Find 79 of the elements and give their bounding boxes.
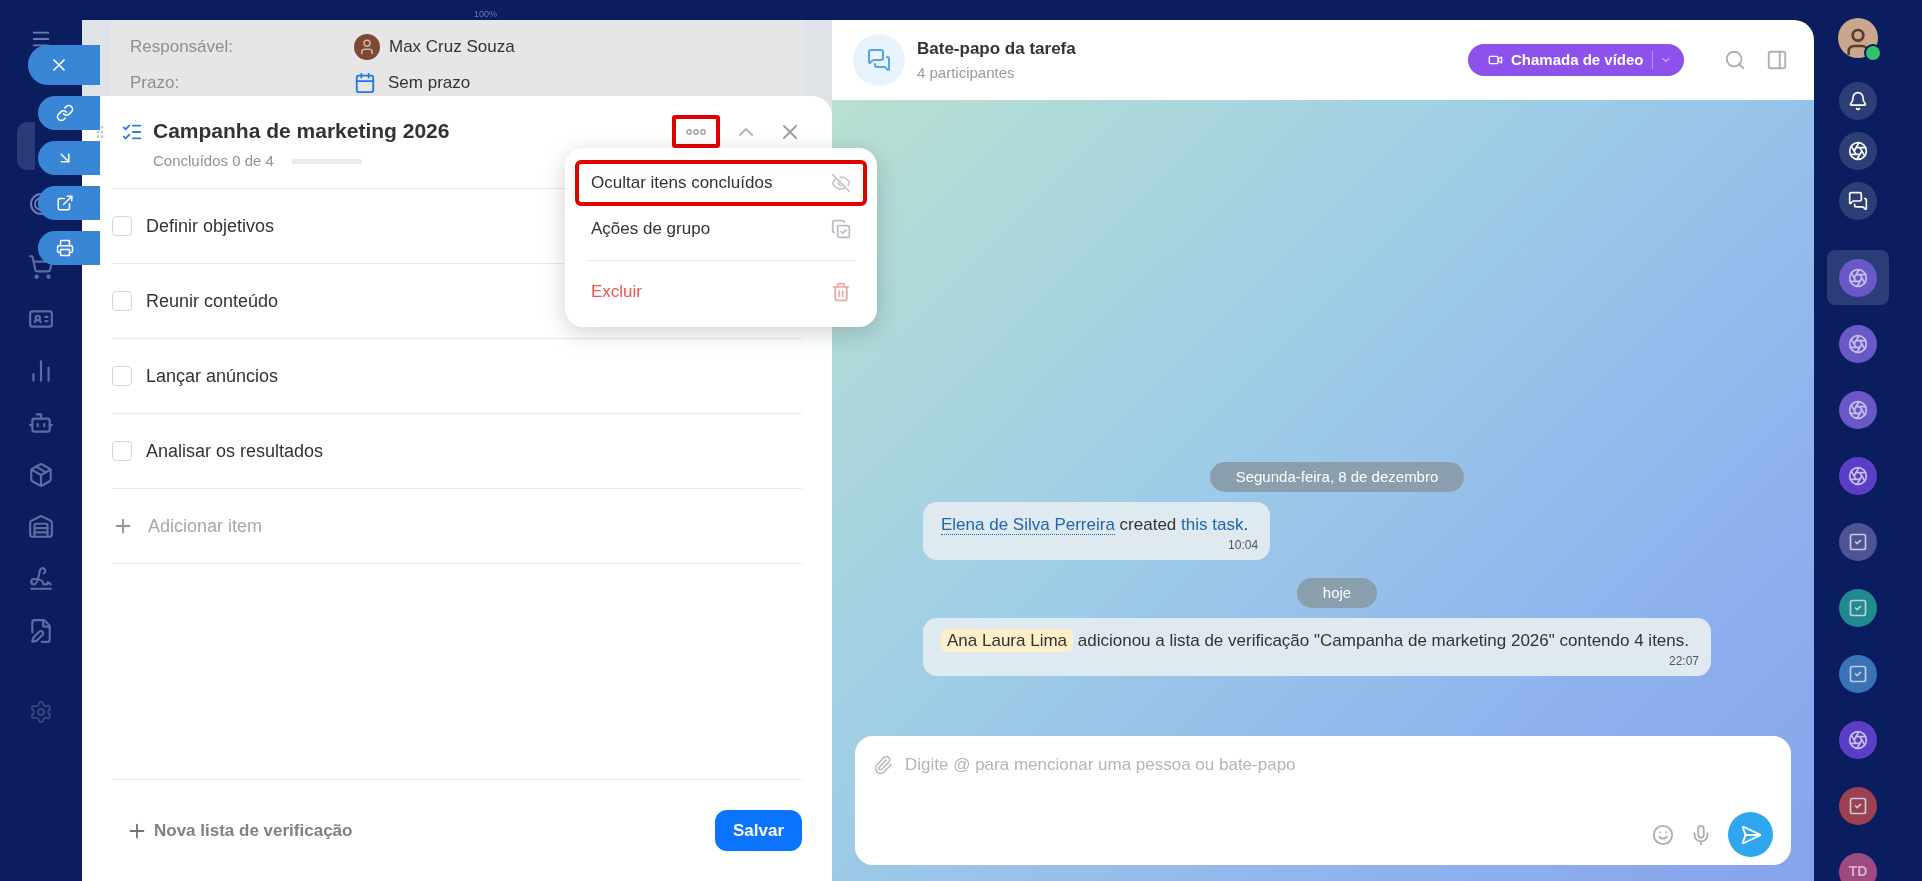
- save-button[interactable]: Salvar: [714, 810, 802, 851]
- message-time: 22:07: [1668, 653, 1699, 670]
- checkbox-icon: [1848, 531, 1868, 552]
- more-icon: [686, 128, 706, 135]
- chat-subtitle: 4 participantes: [917, 62, 1016, 83]
- checkbox-icon: [1848, 597, 1868, 618]
- chats-button[interactable]: [1839, 182, 1877, 220]
- date-separator: hoje: [1296, 578, 1378, 608]
- video-call-button[interactable]: Chamada de vídeo: [1468, 44, 1684, 76]
- menu-item[interactable]: Excluir: [575, 269, 867, 315]
- field-value: Max Cruz Souza: [389, 36, 515, 59]
- checklist-title: Campanha de marketing 2026: [153, 118, 451, 144]
- field-label: Prazo:: [130, 72, 181, 95]
- task-link[interactable]: this task: [1181, 515, 1244, 534]
- checkbox-icon: [1848, 795, 1868, 816]
- message-text: Elena de Silva Perreira created this task.: [941, 514, 1250, 537]
- checkbox[interactable]: [112, 291, 132, 311]
- checkbox[interactable]: [112, 441, 132, 461]
- checkbox[interactable]: [112, 366, 132, 386]
- add-item-link[interactable]: Adicionar item: [148, 512, 263, 540]
- close-button[interactable]: [28, 45, 100, 85]
- paperclip-icon[interactable]: [873, 754, 893, 775]
- menu-item[interactable]: Ocultar itens concluídos: [575, 160, 867, 206]
- message-text: Ana Laura Lima adicionou a lista de verificação "Campanha de marketing 2026" contendo 4 itens.: [941, 628, 1699, 654]
- box-icon[interactable]: [28, 462, 54, 488]
- external-link-icon: [56, 194, 74, 212]
- copilot-button[interactable]: [1839, 132, 1877, 170]
- print-button[interactable]: [38, 231, 100, 265]
- robot-icon[interactable]: [28, 410, 54, 436]
- message-field[interactable]: Digite @ para mencionar uma pessoa ou bate-papo: [905, 752, 1773, 778]
- zoom-label: 100%: [474, 8, 498, 20]
- aperture-icon: [1848, 465, 1868, 486]
- aperture-icon: [1848, 141, 1868, 161]
- more-button[interactable]: [672, 115, 720, 148]
- link-icon: [56, 104, 74, 122]
- checkbox[interactable]: [112, 216, 132, 236]
- chat-title: Bate-papo da tarefa: [917, 38, 1077, 60]
- print-icon: [56, 239, 74, 257]
- new-checklist-button[interactable]: Nova lista de verificação: [126, 817, 353, 844]
- open-new-window-button[interactable]: [38, 186, 100, 220]
- checkbox-icon: [1848, 663, 1868, 684]
- progress-label: Concluídos 0 de 4: [153, 151, 274, 171]
- field-value: Sem prazo: [388, 72, 471, 95]
- aperture-icon: [1848, 267, 1868, 288]
- aperture-icon: [1848, 399, 1868, 420]
- document-edit-icon[interactable]: [28, 618, 54, 644]
- user-mention[interactable]: Ana Laura Lima: [941, 629, 1074, 652]
- chat-arrows-icon: [1848, 191, 1868, 211]
- message-time: 10:04: [1228, 537, 1259, 554]
- send-button[interactable]: [1728, 812, 1773, 857]
- cart-icon[interactable]: [28, 254, 54, 280]
- checklist-item: Lançar anúncios: [146, 364, 279, 388]
- chat-icon: [867, 48, 891, 72]
- checklist-item: Definir objetivos: [146, 214, 275, 238]
- calendar-icon: [354, 72, 376, 94]
- message-input[interactable]: Digite @ para mencionar uma pessoa ou bate-papo: [855, 736, 1791, 865]
- menu-item[interactable]: Ações de grupo: [575, 206, 867, 252]
- warehouse-icon[interactable]: [28, 514, 54, 540]
- signature-icon[interactable]: [28, 566, 54, 592]
- checklist-item: Analisar os resultados: [146, 439, 324, 463]
- status-badge: [1864, 44, 1882, 62]
- checkbox-copy-icon: [831, 219, 851, 239]
- recent-chat[interactable]: TD: [1827, 844, 1889, 881]
- bell-icon: [1848, 91, 1868, 111]
- notifications-button[interactable]: [1839, 82, 1877, 120]
- copy-link-button[interactable]: [38, 96, 100, 130]
- send-icon: [1739, 823, 1762, 846]
- user-avatar[interactable]: [1838, 18, 1878, 58]
- date-separator: Segunda-feira, 8 de dezembro: [1209, 462, 1465, 492]
- aperture-icon: [1848, 729, 1868, 750]
- avatar: [354, 34, 380, 60]
- user-link[interactable]: Elena de Silva Perreira: [941, 515, 1115, 535]
- minimize-button[interactable]: [38, 141, 100, 175]
- eye-off-icon: [831, 173, 851, 193]
- checklist-item: Reunir conteúdo: [146, 289, 279, 313]
- field-label: Responsável:: [130, 36, 234, 59]
- aperture-icon: [1848, 333, 1868, 354]
- recent-chat[interactable]: [1827, 250, 1889, 305]
- trash-icon: [831, 282, 851, 302]
